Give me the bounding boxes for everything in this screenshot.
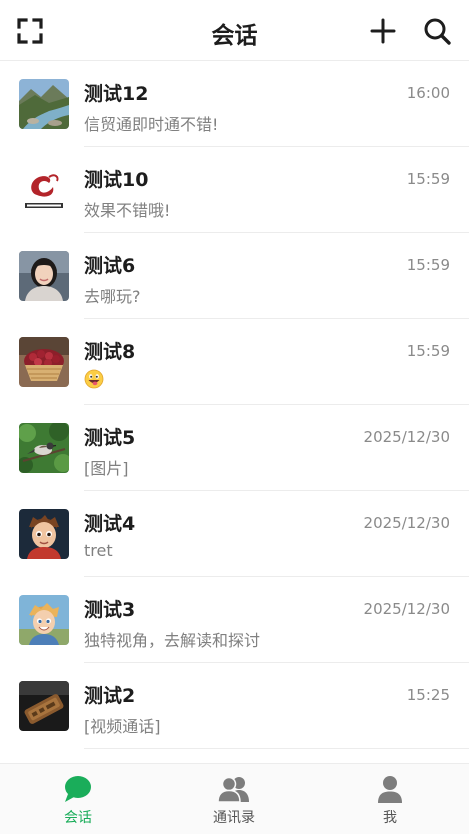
message-time: 16:00: [406, 84, 450, 102]
conversation-item[interactable]: 测试6 15:59 去哪玩?: [0, 233, 469, 319]
tab-label: 我: [383, 810, 397, 826]
bottom-tab-bar: 会话 通讯录 我: [0, 763, 469, 834]
conversation-item[interactable]: 测试2 15:25 [视频通话]: [0, 663, 469, 749]
contact-name: 测试6: [84, 255, 136, 277]
avatar: [19, 165, 69, 215]
contact-name: 测试10: [84, 169, 149, 191]
conversation-item[interactable]: 测试10 15:59 效果不错哦!: [0, 147, 469, 233]
message-preview: 独特视角，去解读和探讨: [84, 631, 261, 650]
grinning-tongue-emoji-icon: [84, 369, 104, 389]
tab-label: 会话: [64, 810, 92, 826]
message-preview: [视频通话]: [84, 717, 161, 736]
avatar: [19, 337, 69, 387]
message-preview: 去哪玩?: [84, 287, 141, 306]
conversation-item[interactable]: 测试8 15:59: [0, 319, 469, 405]
page-title: 会话: [211, 23, 258, 49]
tab-label: 通讯录: [213, 810, 255, 826]
avatar: [19, 251, 69, 301]
conversation-item[interactable]: 测试3 2025/12/30 独特视角，去解读和探讨: [0, 577, 469, 663]
message-preview: 信贸通即时通不错!: [84, 115, 219, 134]
divider: [84, 748, 469, 749]
message-time: 15:59: [406, 342, 450, 360]
message-time: 2025/12/30: [363, 428, 450, 446]
conversation-list[interactable]: 测试12 16:00 信贸通即时通不错! 测试10 15:59 效果不错哦! 测…: [0, 61, 469, 763]
message-time: 15:25: [406, 686, 450, 704]
message-preview: [84, 369, 104, 390]
tab-me[interactable]: 我: [312, 764, 468, 834]
avatar: [19, 423, 69, 473]
contact-name: 测试3: [84, 599, 136, 621]
tab-contacts[interactable]: 通讯录: [156, 764, 312, 834]
add-icon[interactable]: [368, 16, 398, 46]
message-preview: tret: [84, 541, 113, 560]
tab-conversations[interactable]: 会话: [0, 764, 156, 834]
avatar: [19, 681, 69, 731]
avatar: [19, 509, 69, 559]
message-preview: [图片]: [84, 459, 129, 478]
avatar: [19, 79, 69, 129]
conversation-item[interactable]: 测试4 2025/12/30 tret: [0, 491, 469, 577]
person-icon: [374, 774, 406, 804]
contact-name: 测试12: [84, 83, 149, 105]
message-time: 2025/12/30: [363, 514, 450, 532]
contact-name: 测试8: [84, 341, 136, 363]
contact-name: 测试5: [84, 427, 136, 449]
message-time: 15:59: [406, 170, 450, 188]
message-time: 2025/12/30: [363, 600, 450, 618]
avatar: [19, 595, 69, 645]
top-bar: 会话: [0, 0, 469, 61]
message-time: 15:59: [406, 256, 450, 274]
contact-name: 测试2: [84, 685, 136, 707]
search-icon[interactable]: [422, 16, 452, 46]
conversation-item[interactable]: 测试12 16:00 信贸通即时通不错!: [0, 61, 469, 147]
message-preview: 效果不错哦!: [84, 201, 171, 220]
contact-name: 测试4: [84, 513, 136, 535]
conversation-item[interactable]: 测试5 2025/12/30 [图片]: [0, 405, 469, 491]
chat-bubble-icon: [62, 774, 94, 804]
contacts-icon: [218, 774, 250, 804]
